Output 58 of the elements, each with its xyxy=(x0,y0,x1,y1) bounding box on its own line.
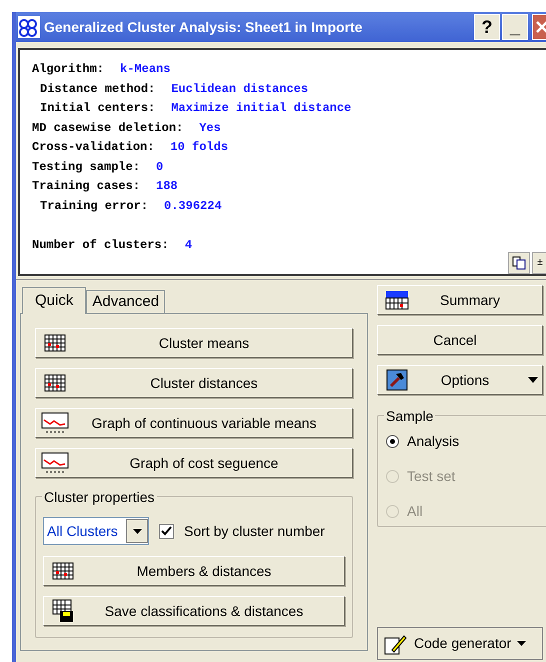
output-value: 0.396224 xyxy=(164,198,222,214)
hammer-icon xyxy=(386,369,408,391)
pencil-icon xyxy=(384,632,408,654)
side-button[interactable]: Options xyxy=(377,365,543,395)
copy-button[interactable] xyxy=(508,252,530,274)
output-value: k-Means xyxy=(120,61,170,78)
action-button[interactable]: Graph of cost seguence xyxy=(35,448,353,478)
side-button[interactable]: Cancel xyxy=(377,325,543,355)
output-value: Maximize initial distance xyxy=(171,100,352,117)
output-value: 10 folds xyxy=(170,139,228,156)
table-icon xyxy=(44,374,66,392)
action-button[interactable]: Cluster means xyxy=(35,328,353,358)
code-generator-button[interactable]: Code generator xyxy=(377,627,543,660)
checkbox[interactable] xyxy=(159,524,174,538)
output-value: 0 xyxy=(156,158,164,176)
action-button[interactable]: Graph of continuous variable means xyxy=(35,408,353,438)
output-label: Testing sample: xyxy=(32,158,140,176)
minimize-button[interactable]: _ xyxy=(502,14,528,40)
tab[interactable]: Advanced xyxy=(86,290,166,313)
spreadsheet-icon xyxy=(385,290,409,310)
output-label: Initial centers: xyxy=(39,100,156,117)
table-disk-icon xyxy=(52,599,74,623)
line-chart-icon xyxy=(41,452,69,474)
output-value: 188 xyxy=(156,178,178,195)
caret-icon xyxy=(528,377,538,383)
output-label: Algorithm: xyxy=(32,61,104,78)
copy-icon xyxy=(512,256,526,270)
cluster-dropdown[interactable]: All Clusters xyxy=(43,517,149,545)
output-value: Yes xyxy=(199,120,221,136)
radio-button[interactable] xyxy=(386,435,399,448)
line-chart-icon xyxy=(41,412,69,434)
output-label: Training error: xyxy=(39,198,148,214)
side-button[interactable]: Summary xyxy=(377,285,543,315)
app-icon xyxy=(18,16,40,38)
checkbox-label: Sort by cluster number xyxy=(184,522,325,541)
table-icon xyxy=(52,562,74,580)
close-icon xyxy=(535,20,546,34)
action-button[interactable]: Save classifications & distances xyxy=(43,596,345,626)
output-label: MD casewise deletion: xyxy=(32,120,184,136)
caret-icon xyxy=(517,641,526,646)
caret-icon xyxy=(132,528,142,534)
window-title: Generalized Cluster Analysis: Sheet1 in Importe xyxy=(44,18,362,37)
help-button[interactable]: ? xyxy=(474,14,500,40)
tab[interactable]: Quick xyxy=(22,287,86,314)
output-value: 4 xyxy=(184,236,192,254)
output-label: Distance method: xyxy=(39,80,156,98)
output-value: Euclidean distances xyxy=(171,80,308,98)
action-button[interactable]: Members & distances xyxy=(43,556,345,586)
close-button[interactable] xyxy=(532,14,546,40)
output-label: Training cases: xyxy=(32,178,140,195)
collapse-button[interactable]: ± xyxy=(532,252,546,274)
action-button[interactable]: Cluster distances xyxy=(35,368,353,398)
radio-label: Analysis xyxy=(407,432,460,451)
table-icon xyxy=(44,334,66,352)
radio-label: All xyxy=(407,502,423,521)
output-label: Number of clusters: xyxy=(32,236,169,254)
output-label: Cross-validation: xyxy=(32,139,154,156)
radio-label: Test set xyxy=(407,467,456,486)
